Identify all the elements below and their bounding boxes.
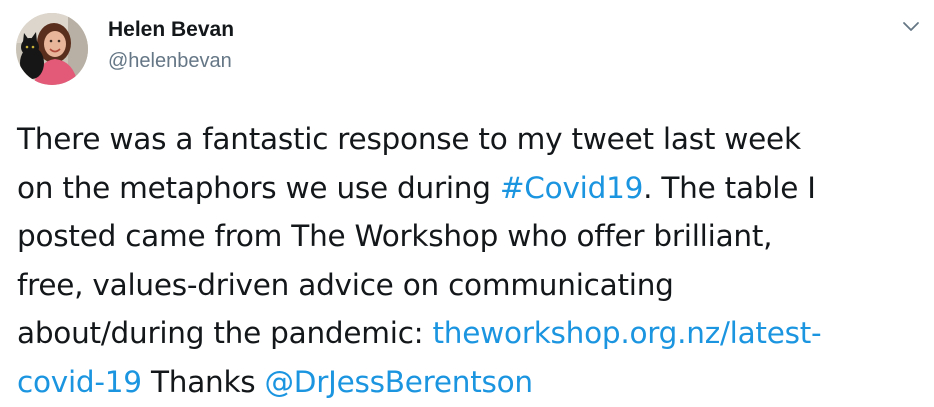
chevron-down-icon	[903, 22, 919, 31]
tweet-line: on the metaphors we use during #Covid19.…	[17, 164, 922, 213]
display-name[interactable]: Helen Bevan	[108, 17, 234, 43]
tweet-line: free, values-driven advice on communicat…	[17, 261, 922, 310]
user-handle[interactable]: @helenbevan	[108, 48, 234, 74]
tweet-text-segment: free, values-driven advice on communicat…	[17, 267, 674, 302]
tweet-text-segment: There was a fantastic response to my twe…	[17, 122, 801, 156]
author-info[interactable]: Helen Bevan @helenbevan	[108, 17, 234, 74]
tweet-text-segment: on the metaphors we use during	[17, 170, 500, 205]
url-link[interactable]: theworkshop.org.nz/latest-	[432, 316, 821, 350]
avatar[interactable]	[16, 13, 88, 85]
tweet-line: There was a fantastic response to my twe…	[17, 115, 922, 164]
tweet-card: Helen Bevan @helenbevan There was a fant…	[0, 0, 934, 407]
tweet-text-segment: posted came from The Workshop who offer …	[17, 219, 773, 253]
tweet-line: covid-19 Thanks @DrJessBerentson	[17, 358, 922, 407]
tweet-text: There was a fantastic response to my twe…	[17, 115, 922, 406]
tweet-text-segment: . The table I	[643, 170, 816, 205]
url-link-continued[interactable]: covid-19	[17, 365, 142, 399]
tweet-menu-button[interactable]	[898, 13, 924, 39]
tweet-text-segment: Thanks	[141, 364, 265, 399]
tweet-text-segment: about/during the pandemic:	[17, 316, 433, 350]
avatar-image	[16, 13, 88, 85]
hashtag-link[interactable]: #Covid19	[500, 171, 644, 205]
mention-link[interactable]: @DrJessBerentson	[265, 365, 534, 399]
tweet-line: about/during the pandemic: theworkshop.o…	[17, 309, 922, 358]
tweet-line: posted came from The Workshop who offer …	[17, 212, 922, 261]
